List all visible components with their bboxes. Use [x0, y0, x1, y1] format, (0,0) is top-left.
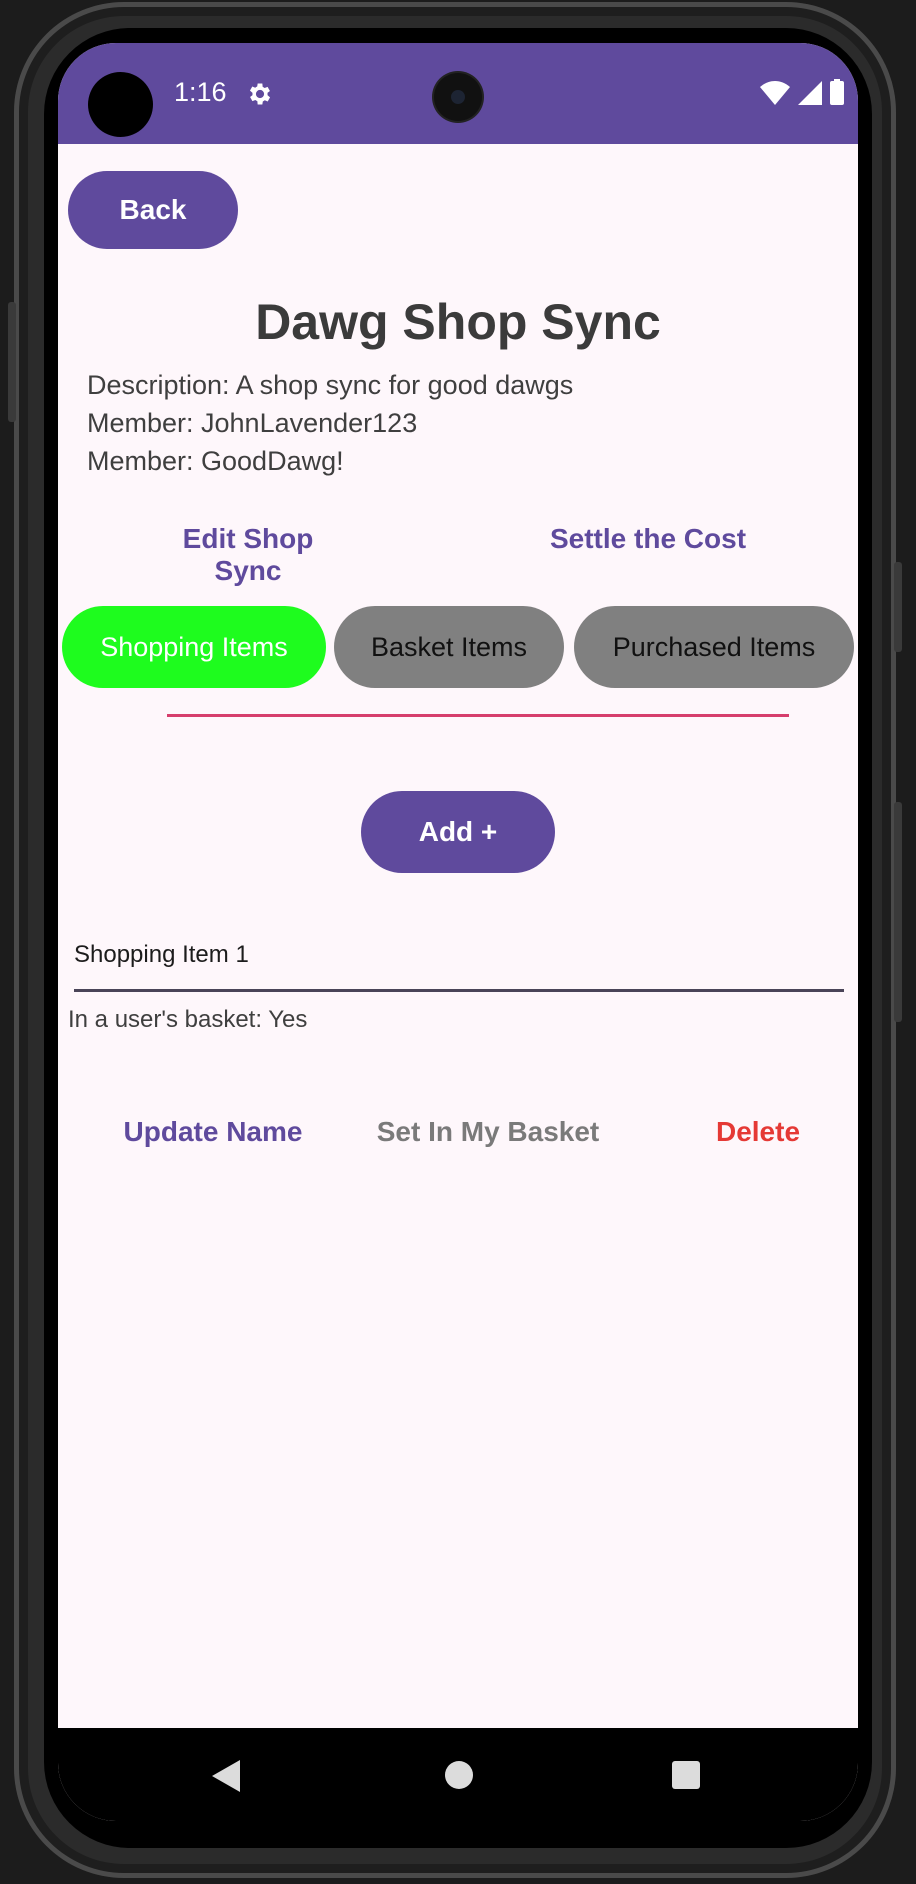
navigation-bar	[58, 1728, 858, 1821]
tab-purchased-items[interactable]: Purchased Items	[574, 606, 854, 688]
member-text: Member: JohnLavender123	[87, 408, 418, 438]
front-camera	[434, 73, 482, 121]
update-name-button[interactable]: Update Name	[103, 1116, 323, 1148]
tab-shopping-items[interactable]: Shopping Items	[62, 606, 326, 688]
status-bar: 1:16	[58, 43, 858, 144]
recents-nav-icon[interactable]	[672, 1761, 700, 1789]
description-text: Description: A shop sync for good dawgs	[87, 370, 574, 400]
settings-gear-icon	[249, 83, 271, 105]
settle-cost-button[interactable]: Settle the Cost	[548, 523, 748, 555]
status-icons	[760, 79, 844, 105]
home-nav-icon[interactable]	[444, 1760, 474, 1790]
clock-time: 1:16	[174, 77, 227, 107]
back-button[interactable]: Back	[68, 171, 238, 249]
add-item-button[interactable]: Add +	[361, 791, 555, 873]
page-title: Dawg Shop Sync	[255, 294, 661, 350]
delete-button[interactable]: Delete	[688, 1116, 828, 1148]
volume-button	[8, 302, 16, 422]
basket-status-text: In a user's basket: Yes	[68, 1006, 308, 1033]
cellular-signal-icon	[798, 81, 822, 105]
app-screen: 1:16 Back Dawg Shop Sync Description: A …	[58, 43, 858, 1821]
member-text: Member: GoodDawg!	[87, 446, 344, 476]
item-name-field[interactable]: Shopping Item 1	[74, 933, 844, 992]
volume-rocker	[894, 802, 902, 1022]
wifi-icon	[760, 81, 790, 105]
power-button	[894, 562, 902, 652]
back-nav-icon[interactable]	[212, 1760, 242, 1792]
tab-basket-items[interactable]: Basket Items	[334, 606, 564, 688]
edit-shop-sync-button[interactable]: Edit Shop Sync	[148, 523, 348, 587]
camera-cutout	[88, 72, 153, 137]
tab-indicator	[167, 714, 789, 717]
battery-icon	[830, 79, 844, 105]
set-in-basket-button: Set In My Basket	[376, 1116, 600, 1147]
item-name-value: Shopping Item 1	[74, 941, 249, 968]
